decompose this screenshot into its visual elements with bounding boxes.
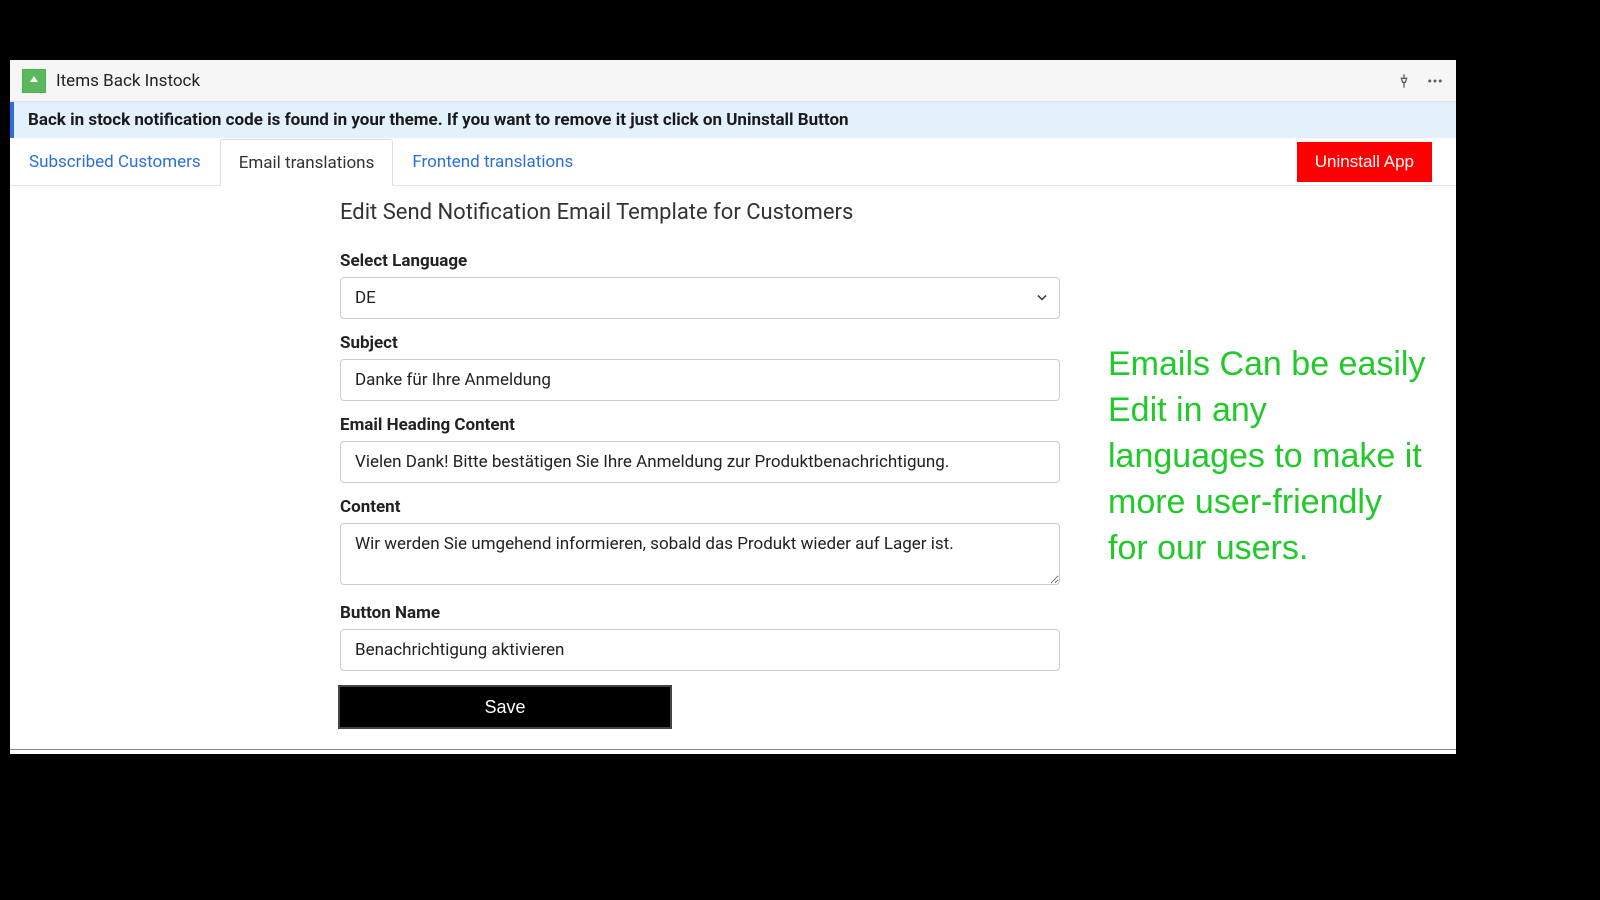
annotation-text: Emails Can be easily Edit in any languag… [1108,342,1428,571]
tab-label: Frontend translations [412,152,573,172]
tab-email-translations[interactable]: Email translations [220,139,394,186]
email-heading-input[interactable] [340,441,1060,483]
language-label: Select Language [340,251,1060,271]
subject-input[interactable] [340,359,1060,401]
divider [10,749,1456,750]
page-title: Edit Send Notification Email Template fo… [340,200,1060,225]
language-select[interactable]: DE [340,277,1060,319]
uninstall-app-button[interactable]: Uninstall App [1297,142,1432,182]
content-label: Content [340,497,1060,517]
app-window: Items Back Instock Back in stock notific… [10,60,1456,754]
tab-subscribed-customers[interactable]: Subscribed Customers [10,138,220,185]
pin-icon[interactable] [1396,73,1412,89]
app-header: Items Back Instock [10,60,1456,102]
info-banner: Back in stock notification code is found… [10,102,1456,138]
uninstall-label: Uninstall App [1315,152,1414,171]
tab-label: Subscribed Customers [29,152,201,172]
save-label: Save [484,697,525,717]
save-button[interactable]: Save [340,687,670,727]
tabs-row: Subscribed Customers Email translations … [10,138,1456,186]
app-title: Items Back Instock [56,71,200,91]
banner-text: Back in stock notification code is found… [28,110,849,130]
content-textarea[interactable]: Wir werden Sie umgehend informieren, sob… [340,523,1060,585]
button-name-label: Button Name [340,603,1060,623]
more-horizontal-icon[interactable] [1426,72,1444,90]
tab-frontend-translations[interactable]: Frontend translations [393,138,592,185]
app-logo-icon [22,69,46,93]
button-name-input[interactable] [340,629,1060,671]
email-heading-label: Email Heading Content [340,415,1060,435]
subject-label: Subject [340,333,1060,353]
form-column: Edit Send Notification Email Template fo… [340,200,1060,727]
tab-label: Email translations [239,153,375,173]
